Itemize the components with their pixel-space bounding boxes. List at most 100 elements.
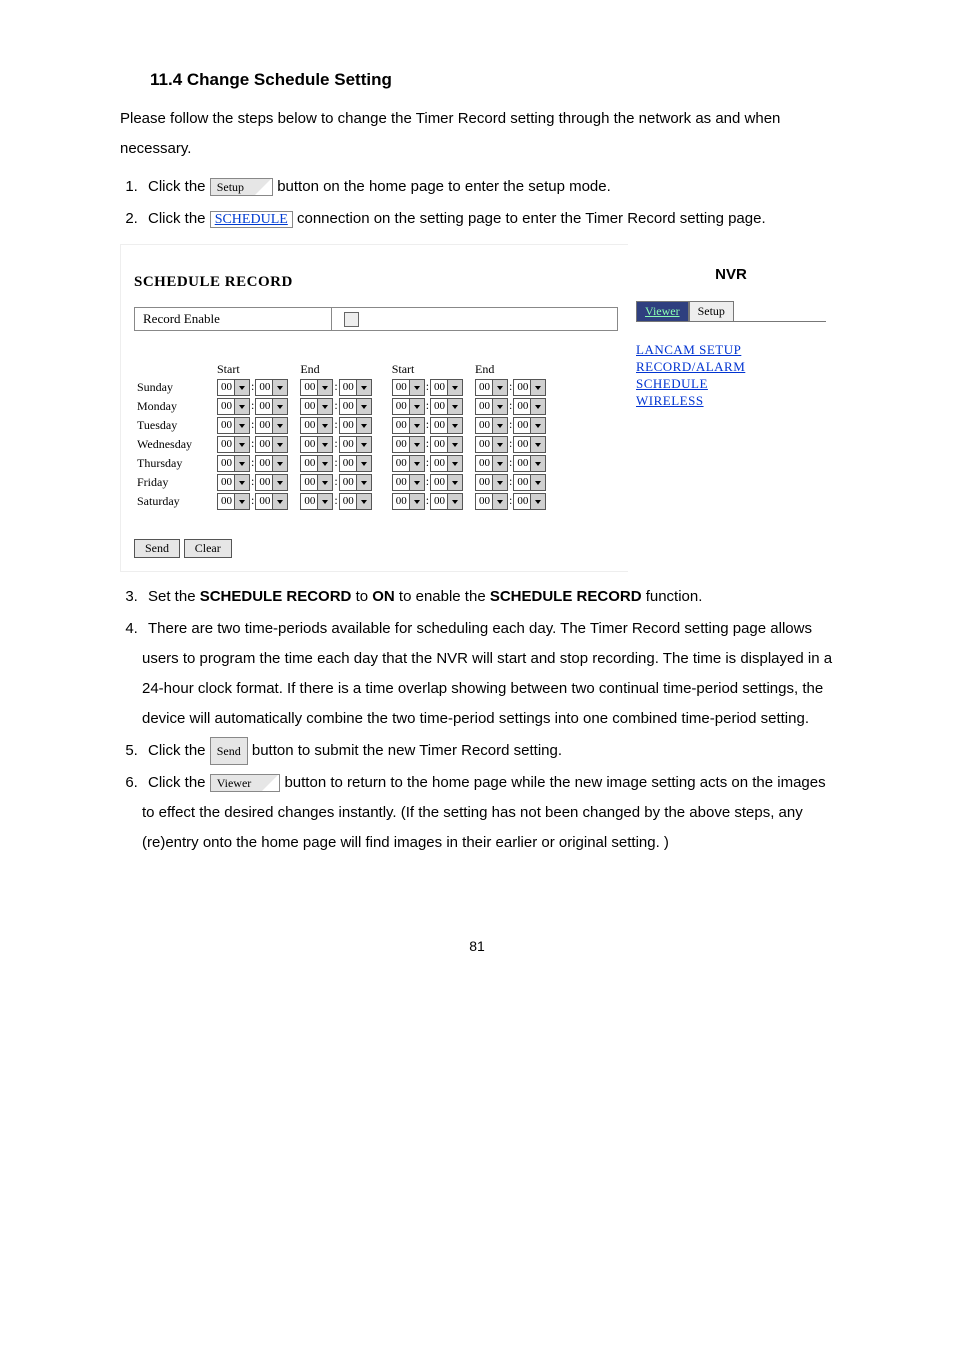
time-select[interactable]: 00 xyxy=(513,436,546,453)
time-select[interactable]: 00 xyxy=(430,398,463,415)
time-select[interactable]: 00 xyxy=(300,417,333,434)
time-select[interactable]: 00 xyxy=(392,493,425,510)
time-select[interactable]: 00 xyxy=(217,379,250,396)
time-select[interactable]: 00 xyxy=(217,493,250,510)
chevron-down-icon xyxy=(356,418,371,433)
time-select[interactable]: 00 xyxy=(475,455,508,472)
chevron-down-icon xyxy=(356,494,371,509)
chevron-down-icon xyxy=(356,399,371,414)
chevron-down-icon xyxy=(356,437,371,452)
nav-link-record-alarm[interactable]: RECORD/ALARM xyxy=(636,359,826,375)
col-end-1: End xyxy=(297,361,374,378)
time-select[interactable]: 00 xyxy=(513,379,546,396)
chevron-down-icon xyxy=(234,380,249,395)
time-select[interactable]: 00 xyxy=(430,474,463,491)
time-select[interactable]: 00 xyxy=(217,436,250,453)
time-select[interactable]: 00 xyxy=(255,436,288,453)
time-select[interactable]: 00 xyxy=(217,474,250,491)
screenshot-left-pane: SCHEDULE RECORD Record Enable Start End … xyxy=(120,244,628,572)
time-select[interactable]: 00 xyxy=(475,379,508,396)
time-select[interactable]: 00 xyxy=(392,436,425,453)
time-select[interactable]: 00 xyxy=(475,474,508,491)
chevron-down-icon xyxy=(234,437,249,452)
time-select[interactable]: 00 xyxy=(392,379,425,396)
chevron-down-icon xyxy=(317,437,332,452)
time-select[interactable]: 00 xyxy=(339,417,372,434)
time-select[interactable]: 00 xyxy=(339,436,372,453)
chevron-down-icon xyxy=(447,494,462,509)
chevron-down-icon xyxy=(530,456,545,471)
schedule-row: Sunday00:0000:0000:0000:00 xyxy=(134,378,549,397)
time-select[interactable]: 00 xyxy=(513,474,546,491)
chevron-down-icon xyxy=(272,380,287,395)
chevron-down-icon xyxy=(409,456,424,471)
time-select[interactable]: 00 xyxy=(392,455,425,472)
time-select[interactable]: 00 xyxy=(392,474,425,491)
time-select[interactable]: 00 xyxy=(255,398,288,415)
clear-button[interactable]: Clear xyxy=(184,539,232,558)
time-select[interactable]: 00 xyxy=(339,455,372,472)
chevron-down-icon xyxy=(234,418,249,433)
time-select[interactable]: 00 xyxy=(513,493,546,510)
chevron-down-icon xyxy=(447,399,462,414)
time-select[interactable]: 00 xyxy=(300,474,333,491)
time-select[interactable]: 00 xyxy=(217,398,250,415)
time-select[interactable]: 00 xyxy=(339,474,372,491)
panel-title: SCHEDULE RECORD xyxy=(134,274,618,291)
intro-paragraph: Please follow the steps below to change … xyxy=(120,104,834,164)
time-select[interactable]: 00 xyxy=(475,417,508,434)
record-enable-cell xyxy=(331,308,371,330)
time-select[interactable]: 00 xyxy=(513,455,546,472)
chevron-down-icon xyxy=(492,418,507,433)
time-select[interactable]: 00 xyxy=(339,398,372,415)
tab-viewer[interactable]: Viewer xyxy=(636,301,689,321)
chevron-down-icon xyxy=(447,380,462,395)
time-select[interactable]: 00 xyxy=(475,436,508,453)
time-select[interactable]: 00 xyxy=(430,455,463,472)
time-select[interactable]: 00 xyxy=(430,493,463,510)
time-select[interactable]: 00 xyxy=(430,379,463,396)
time-select[interactable]: 00 xyxy=(300,379,333,396)
time-select[interactable]: 00 xyxy=(300,455,333,472)
tab-bar: Viewer Setup xyxy=(636,301,826,322)
nav-link-schedule[interactable]: SCHEDULE xyxy=(636,376,826,392)
time-select[interactable]: 00 xyxy=(255,493,288,510)
record-enable-checkbox[interactable] xyxy=(344,312,359,327)
nav-link-wireless[interactable]: WIRELESS xyxy=(636,393,826,409)
col-end-2: End xyxy=(472,361,549,378)
time-select[interactable]: 00 xyxy=(255,379,288,396)
chevron-down-icon xyxy=(492,475,507,490)
time-select[interactable]: 00 xyxy=(300,436,333,453)
time-select[interactable]: 00 xyxy=(392,417,425,434)
send-button-inline: Send xyxy=(210,737,248,765)
time-select[interactable]: 00 xyxy=(339,379,372,396)
chevron-down-icon xyxy=(447,418,462,433)
time-select[interactable]: 00 xyxy=(255,417,288,434)
time-select[interactable]: 00 xyxy=(300,398,333,415)
chevron-down-icon xyxy=(492,380,507,395)
send-button[interactable]: Send xyxy=(134,539,180,558)
step-5: Click the Send button to submit the new … xyxy=(142,736,834,766)
time-select[interactable]: 00 xyxy=(475,398,508,415)
time-select[interactable]: 00 xyxy=(513,398,546,415)
nav-link-lancam-setup[interactable]: LANCAM SETUP xyxy=(636,342,826,358)
time-select[interactable]: 00 xyxy=(339,493,372,510)
text: to xyxy=(356,588,373,605)
chevron-down-icon xyxy=(272,456,287,471)
time-select[interactable]: 00 xyxy=(255,474,288,491)
time-select[interactable]: 00 xyxy=(430,417,463,434)
time-select[interactable]: 00 xyxy=(217,417,250,434)
time-select[interactable]: 00 xyxy=(300,493,333,510)
time-select[interactable]: 00 xyxy=(513,417,546,434)
time-select[interactable]: 00 xyxy=(255,455,288,472)
chevron-down-icon xyxy=(492,399,507,414)
time-select[interactable]: 00 xyxy=(475,493,508,510)
time-select[interactable]: 00 xyxy=(392,398,425,415)
tab-setup[interactable]: Setup xyxy=(689,301,734,321)
text: button to submit the new Timer Record se… xyxy=(252,742,562,759)
chevron-down-icon xyxy=(272,475,287,490)
time-select[interactable]: 00 xyxy=(430,436,463,453)
time-select[interactable]: 00 xyxy=(217,455,250,472)
day-label: Monday xyxy=(134,397,214,416)
step-1: Click the Setup button on the home page … xyxy=(142,172,834,202)
